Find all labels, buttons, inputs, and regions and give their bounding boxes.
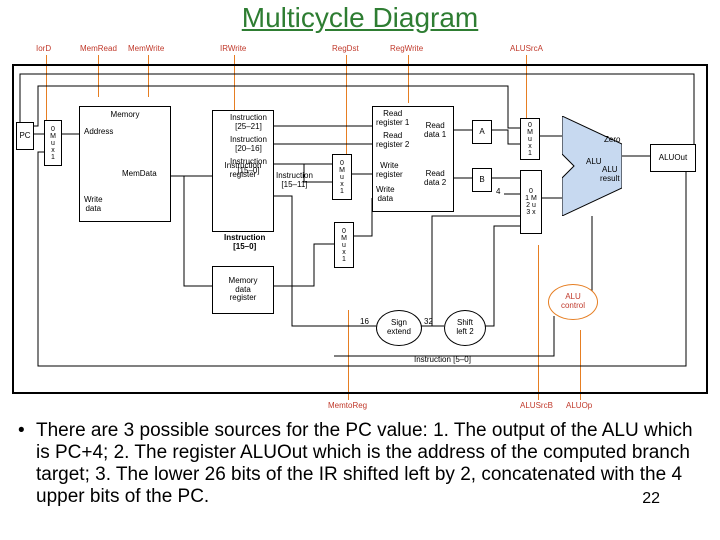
signal-memread: MemRead — [80, 44, 117, 53]
block-mdr: Memory data register — [212, 266, 274, 314]
signal-alusrcb: ALUSrcB — [520, 401, 553, 410]
signal-regwrite: RegWrite — [390, 44, 423, 53]
block-b: B — [472, 168, 492, 192]
block-a: A — [472, 120, 492, 144]
instr-5-0-label: Instruction [5–0] — [414, 356, 471, 365]
rf-r2: Read register 2 — [376, 132, 409, 150]
width-32: 32 — [424, 318, 433, 327]
memory-title: Memory — [111, 111, 140, 120]
rf-wd: Write data — [376, 186, 395, 204]
signal-regdst: RegDst — [332, 44, 359, 53]
signal-memtoreg: MemtoReg — [328, 401, 367, 410]
mux-srcb: 0 1 M 2 u 3 x — [520, 170, 542, 234]
ir-out-15-0: Instruction [15–0] — [224, 234, 265, 252]
slide-title: Multicycle Diagram — [0, 2, 720, 34]
signal-alusrca: ALUSrcA — [510, 44, 543, 53]
mux-srca: 0 M u x 1 — [520, 118, 540, 160]
ir-field-20-16: Instruction [20–16] — [230, 136, 267, 154]
ir-field-15-0: Instruction [15–0] — [230, 158, 267, 176]
signal-aluop: ALUOp — [566, 401, 592, 410]
rf-w: Write register — [376, 162, 403, 180]
diagram-frame: PC 0 M u x 1 Memory Address Write data M… — [12, 64, 708, 394]
alu-result: ALU result — [600, 166, 620, 184]
memory-writedata-label: Write data — [84, 196, 103, 214]
rf-r1: Read register 1 — [376, 110, 409, 128]
rf-rd1: Read data 1 — [424, 122, 446, 140]
block-shiftleft2: Shift left 2 — [444, 310, 486, 346]
mux-iord: 0 M u x 1 — [44, 120, 62, 166]
block-signextend: Sign extend — [376, 310, 422, 346]
signal-irwrite: IRWrite — [220, 44, 246, 53]
ir-field-15-11: Instruction [15–11] — [276, 172, 313, 190]
signal-iord: IorD — [36, 44, 51, 53]
mux-regdst: 0 M u x 1 — [332, 154, 352, 200]
bullet-text: There are 3 possible sources for the PC … — [36, 420, 708, 507]
signal-memwrite: MemWrite — [128, 44, 164, 53]
width-16: 16 — [360, 318, 369, 327]
const-four: 4 — [496, 188, 500, 197]
bullet-dot-icon: • — [18, 420, 25, 442]
ir-field-25-21: Instruction [25–21] — [230, 114, 267, 132]
block-pc: PC — [16, 122, 34, 150]
memory-memdata-label: MemData — [122, 170, 157, 179]
mux-memtoreg: 0 M u x 1 — [334, 222, 354, 268]
alu-zero: Zero — [604, 136, 620, 145]
rf-rd2: Read data 2 — [424, 170, 446, 188]
page-number: 22 — [642, 490, 660, 508]
bullet-pc-sources: • There are 3 possible sources for the P… — [18, 420, 708, 507]
memory-address-label: Address — [84, 128, 113, 137]
block-alucontrol: ALU control — [548, 284, 598, 320]
block-aluout: ALUOut — [650, 144, 696, 172]
